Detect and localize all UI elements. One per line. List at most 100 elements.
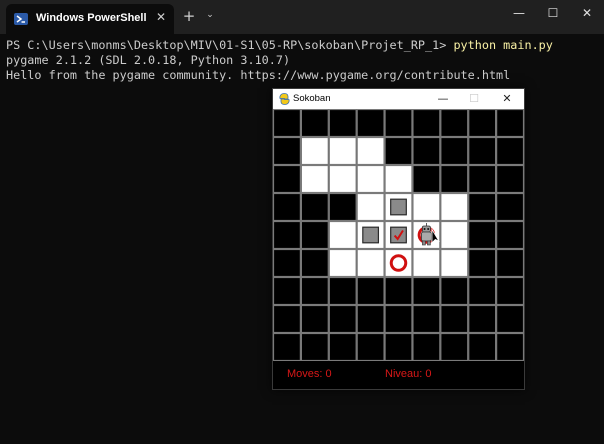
board-cell-wall — [440, 164, 469, 194]
board-cell-floor — [328, 220, 357, 250]
board-cell-wall — [356, 109, 385, 138]
board-cell-wall — [440, 332, 469, 361]
board-cell-wall — [468, 164, 497, 194]
board-cell-wall — [273, 109, 301, 138]
moves-counter: Moves: 0 — [287, 368, 332, 380]
board-cell-wall — [328, 332, 357, 361]
board-cell-wall — [273, 164, 301, 194]
board-cell-floor — [440, 220, 469, 250]
close-window-button[interactable]: ✕ — [572, 6, 602, 26]
board-cell-wall — [412, 109, 441, 138]
board-cell-wall — [273, 332, 301, 361]
sokoban-maximize-button[interactable]: ☐ — [464, 91, 484, 107]
board-cell-wall — [496, 248, 524, 278]
board-cell-target — [384, 248, 413, 278]
board-cell-wall — [468, 304, 497, 334]
board-cell-wall — [356, 304, 385, 334]
level-label: Niveau: 0 — [385, 368, 432, 380]
board-cell-wall — [273, 248, 301, 278]
sokoban-window: Sokoban — ☐ ✕ Moves: 0 Niveau: 0 — [272, 88, 525, 390]
board-cell-wall — [440, 136, 469, 166]
board-cell-wall — [468, 276, 497, 306]
board-cell-wall — [496, 276, 524, 306]
board-cell-wall — [300, 276, 329, 306]
board-cell-wall — [440, 276, 469, 306]
board-cell-wall — [384, 332, 413, 361]
board-cell-wall — [496, 192, 524, 222]
box-icon — [390, 226, 407, 244]
command-text: python main.py — [453, 38, 553, 52]
board-cell-box — [384, 192, 413, 222]
board-cell-wall — [384, 276, 413, 306]
terminal-line: Hello from the pygame community. https:/… — [6, 68, 511, 82]
board-cell-wall — [328, 109, 357, 138]
board-cell-wall — [328, 192, 357, 222]
board-cell-floor — [328, 136, 357, 166]
board-cell-floor — [356, 164, 385, 194]
board-cell-wall — [300, 220, 329, 250]
board-cell-wall — [300, 304, 329, 334]
board-cell-wall — [384, 109, 413, 138]
board-cell-wall — [300, 248, 329, 278]
board-cell-wall — [384, 136, 413, 166]
board-cell-wall — [412, 164, 441, 194]
box-icon — [390, 198, 407, 216]
board-cell-wall — [273, 136, 301, 166]
board-cell-player-on-target — [412, 220, 441, 250]
board-cell-wall — [468, 192, 497, 222]
board-cell-wall — [496, 220, 524, 250]
board-cell-wall — [300, 332, 329, 361]
board-cell-floor — [440, 192, 469, 222]
board-cell-floor — [356, 192, 385, 222]
board-cell-floor — [300, 164, 329, 194]
board-cell-floor — [300, 136, 329, 166]
sokoban-minimize-button[interactable]: — — [433, 91, 453, 107]
board-cell-wall — [384, 304, 413, 334]
board-cell-wall — [496, 332, 524, 361]
terminal-titlebar: Windows PowerShell ✕ + ⌄ — ☐ ✕ — [0, 0, 604, 34]
board-cell-wall — [496, 304, 524, 334]
board-cell-wall — [440, 109, 469, 138]
board-cell-floor — [440, 248, 469, 278]
tab-windows-powershell[interactable]: Windows PowerShell ✕ — [6, 4, 174, 34]
board-cell-wall — [412, 332, 441, 361]
close-tab-icon[interactable]: ✕ — [154, 10, 168, 24]
board-cell-wall — [328, 276, 357, 306]
board-cell-wall — [496, 109, 524, 138]
powershell-icon — [14, 13, 28, 25]
sokoban-game-board[interactable] — [273, 109, 524, 361]
terminal-scrollbar[interactable] — [598, 40, 601, 436]
board-cell-wall — [273, 304, 301, 334]
board-cell-floor — [412, 192, 441, 222]
board-cell-wall — [468, 332, 497, 361]
board-cell-floor — [356, 248, 385, 278]
board-cell-floor — [328, 164, 357, 194]
board-cell-floor — [356, 136, 385, 166]
terminal-line: pygame 2.1.2 (SDL 2.0.18, Python 3.10.7) — [6, 53, 291, 67]
minimize-button[interactable]: — — [504, 6, 534, 26]
board-cell-wall — [356, 332, 385, 361]
sokoban-title: Sokoban — [293, 93, 331, 104]
tab-title: Windows PowerShell — [36, 12, 147, 24]
board-cell-wall — [468, 109, 497, 138]
board-cell-wall — [300, 109, 329, 138]
board-cell-floor — [412, 248, 441, 278]
terminal-output[interactable]: PS C:\Users\monms\Desktop\MIV\01-S1\05-R… — [6, 38, 553, 83]
board-cell-wall — [496, 136, 524, 166]
board-cell-wall — [273, 276, 301, 306]
board-cell-wall — [412, 136, 441, 166]
maximize-button[interactable]: ☐ — [538, 6, 568, 26]
board-cell-wall — [496, 164, 524, 194]
board-cell-wall — [468, 248, 497, 278]
pygame-icon — [279, 93, 290, 105]
chevron-down-icon[interactable]: ⌄ — [203, 10, 217, 20]
sokoban-close-button[interactable]: ✕ — [497, 91, 517, 107]
board-cell-wall — [300, 192, 329, 222]
new-tab-button[interactable]: + — [181, 7, 197, 25]
board-cell-floor — [384, 164, 413, 194]
prompt-path: PS C:\Users\monms\Desktop\MIV\01-S1\05-R… — [6, 38, 454, 52]
board-cell-wall — [356, 276, 385, 306]
board-cell-box-on-target — [384, 220, 413, 250]
board-cell-wall — [328, 304, 357, 334]
board-cell-wall — [440, 304, 469, 334]
